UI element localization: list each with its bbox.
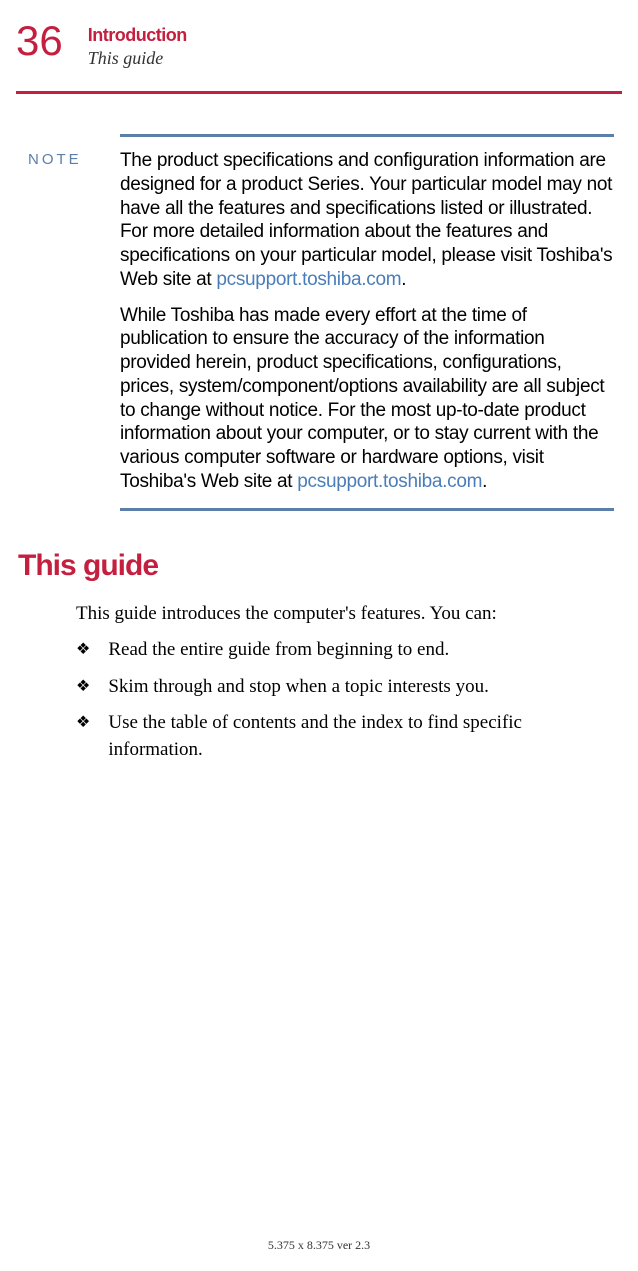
note-text: . <box>482 471 487 492</box>
note-body: The product specifications and configura… <box>120 149 614 494</box>
list-item-text: Read the entire guide from beginning to … <box>108 637 449 664</box>
header-rule <box>16 91 622 94</box>
bullet-icon: ❖ <box>76 674 90 700</box>
note-paragraph-1: The product specifications and configura… <box>120 149 614 292</box>
note-paragraph-2: While Toshiba has made every effort at t… <box>120 304 614 494</box>
note-text: While Toshiba has made every effort at t… <box>120 305 604 492</box>
note-block: NOTE The product specifications and conf… <box>28 149 614 494</box>
list-item: ❖ Use the table of contents and the inde… <box>76 710 614 763</box>
note-text: . <box>401 269 406 290</box>
note-rule-bottom <box>120 508 614 511</box>
bullet-list: ❖ Read the entire guide from beginning t… <box>76 637 614 763</box>
section-subtitle: This guide <box>88 48 187 69</box>
bullet-icon: ❖ <box>76 637 90 663</box>
chapter-title: Introduction <box>88 25 187 46</box>
header-titles: Introduction This guide <box>88 20 187 69</box>
bullet-icon: ❖ <box>76 710 90 736</box>
note-label: NOTE <box>28 149 100 494</box>
note-rule-top <box>120 134 614 137</box>
page-number: 36 <box>16 20 63 62</box>
list-item: ❖ Read the entire guide from beginning t… <box>76 637 614 664</box>
note-link-2[interactable]: pcsupport.toshiba.com <box>297 471 482 492</box>
page-header: 36 Introduction This guide <box>0 0 638 69</box>
section-heading: This guide <box>18 549 638 583</box>
list-item-text: Skim through and stop when a topic inter… <box>108 674 488 701</box>
list-item-text: Use the table of contents and the index … <box>108 710 614 763</box>
list-item: ❖ Skim through and stop when a topic int… <box>76 674 614 701</box>
page-footer: 5.375 x 8.375 ver 2.3 <box>0 1238 638 1253</box>
note-link-1[interactable]: pcsupport.toshiba.com <box>216 269 401 290</box>
body-intro: This guide introduces the computer's fea… <box>76 601 614 628</box>
